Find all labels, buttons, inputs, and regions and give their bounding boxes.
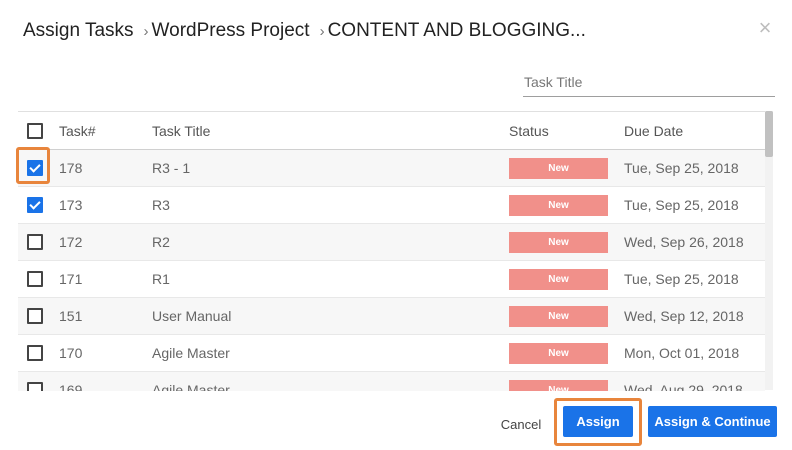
task-title-search-input[interactable] — [523, 68, 776, 96]
status-cell: New — [509, 150, 608, 186]
dialog-title: Assign Tasks — [23, 20, 134, 41]
row-checkbox[interactable] — [27, 261, 43, 297]
highlight-box — [16, 147, 50, 184]
due-date: Mon, Oct 01, 2018 — [624, 345, 740, 361]
column-header-task-title[interactable]: Task Title — [152, 112, 210, 149]
table-header: Task# Task Title Status Due Date — [18, 112, 765, 150]
chevron-right-icon: › — [319, 22, 325, 40]
status-badge: New — [509, 305, 608, 327]
status-cell: New — [509, 372, 608, 391]
row-checkbox[interactable] — [27, 372, 43, 391]
status-cell: New — [509, 298, 608, 334]
breadcrumb-tasklist[interactable]: CONTENT AND BLOGGING... — [328, 20, 586, 42]
row-checkbox[interactable] — [27, 298, 43, 334]
column-header-due-date[interactable]: Due Date — [624, 112, 683, 149]
task-title: Agile Master — [152, 345, 230, 361]
row-checkbox[interactable] — [27, 335, 43, 371]
status-cell: New — [509, 224, 608, 260]
due-date: Tue, Sep 25, 2018 — [624, 197, 739, 213]
task-number: 173 — [59, 197, 83, 213]
assign-and-continue-button[interactable]: Assign & Continue — [648, 406, 777, 437]
cancel-button[interactable]: Cancel — [493, 411, 549, 437]
column-header-task-number[interactable]: Task# — [59, 112, 96, 149]
task-title: R1 — [152, 271, 170, 287]
status-badge: New — [509, 231, 608, 253]
table-row[interactable]: 172 R2 New Wed, Sep 26, 2018 — [18, 224, 765, 261]
status-badge: New — [509, 157, 608, 179]
status-badge: New — [509, 379, 608, 391]
scrollbar-thumb[interactable] — [765, 111, 773, 157]
table-row[interactable]: 171 R1 New Tue, Sep 25, 2018 — [18, 261, 765, 298]
task-number: 151 — [59, 308, 83, 324]
table-scrollbar[interactable] — [765, 111, 773, 390]
task-title-search[interactable] — [523, 68, 776, 97]
table-row[interactable]: 178 R3 - 1 New Tue, Sep 25, 2018 — [18, 150, 765, 187]
assign-button[interactable]: Assign — [563, 406, 633, 437]
row-checkbox[interactable] — [27, 187, 43, 223]
status-cell: New — [509, 335, 608, 371]
task-number: 172 — [59, 234, 83, 250]
select-all-checkbox[interactable] — [27, 112, 43, 149]
column-header-status[interactable]: Status — [509, 112, 549, 149]
status-badge: New — [509, 194, 608, 216]
row-checkbox[interactable] — [27, 224, 43, 260]
due-date: Tue, Sep 25, 2018 — [624, 160, 739, 176]
dialog-header: Assign Tasks › WordPress Project › CONTE… — [23, 18, 586, 44]
task-title: R3 — [152, 197, 170, 213]
breadcrumb-project[interactable]: WordPress Project — [152, 20, 310, 42]
task-number: 170 — [59, 345, 83, 361]
status-cell: New — [509, 187, 608, 223]
due-date: Wed, Sep 12, 2018 — [624, 308, 744, 324]
due-date: Tue, Sep 25, 2018 — [624, 271, 739, 287]
chevron-right-icon: › — [143, 22, 149, 40]
task-number: 169 — [59, 382, 83, 391]
table-row[interactable]: 169 Agile Master New Wed, Aug 29, 2018 — [18, 372, 765, 391]
table-row[interactable]: 170 Agile Master New Mon, Oct 01, 2018 — [18, 335, 765, 372]
status-badge: New — [509, 342, 608, 364]
task-table: Task# Task Title Status Due Date 178 R3 -… — [18, 111, 765, 391]
status-badge: New — [509, 268, 608, 290]
table-row[interactable]: 173 R3 New Tue, Sep 25, 2018 — [18, 187, 765, 224]
task-number: 171 — [59, 271, 83, 287]
table-body: 178 R3 - 1 New Tue, Sep 25, 2018 173 R3 New Tue… — [18, 150, 765, 391]
due-date: Wed, Sep 26, 2018 — [624, 234, 744, 250]
table-row[interactable]: 151 User Manual New Wed, Sep 12, 2018 — [18, 298, 765, 335]
task-title: R2 — [152, 234, 170, 250]
task-title: User Manual — [152, 308, 232, 324]
task-number: 178 — [59, 160, 83, 176]
close-icon[interactable]: × — [754, 17, 776, 39]
task-title: Agile Master — [152, 382, 230, 391]
status-cell: New — [509, 261, 608, 297]
task-title: R3 - 1 — [152, 160, 191, 176]
due-date: Wed, Aug 29, 2018 — [624, 382, 743, 391]
